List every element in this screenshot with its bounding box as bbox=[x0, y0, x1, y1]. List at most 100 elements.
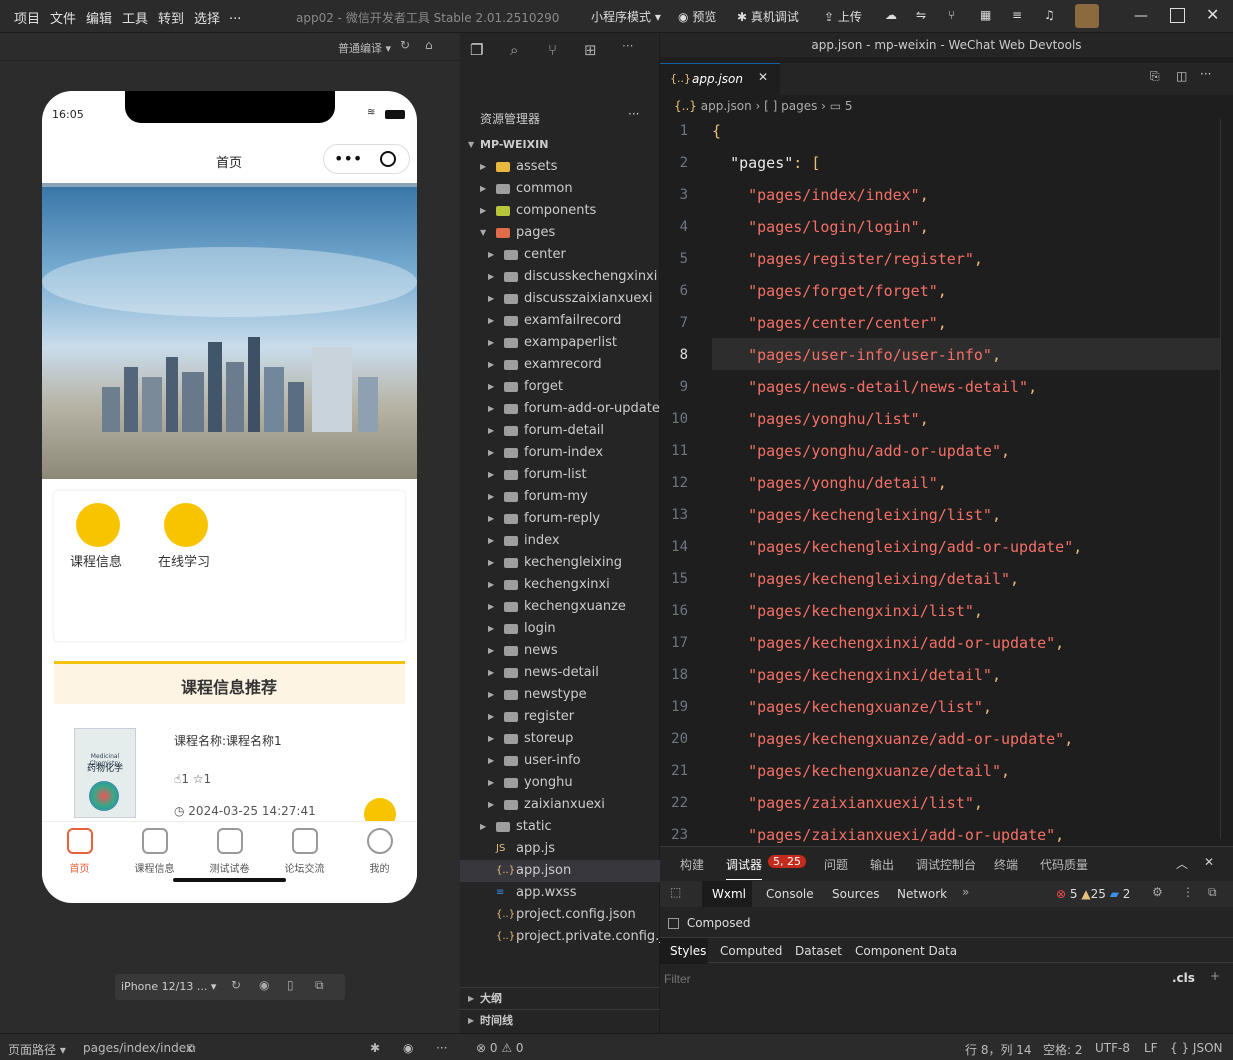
chevron-right-icon[interactable]: ▶ bbox=[488, 420, 494, 442]
chevron-right-icon[interactable]: ▶ bbox=[488, 618, 494, 640]
tree-item[interactable]: ▶ forum-index bbox=[460, 442, 660, 464]
tree-item[interactable]: ▶ forget bbox=[460, 376, 660, 398]
chevron-right-icon[interactable]: ▶ bbox=[488, 574, 494, 596]
chevron-right-icon[interactable]: ▶ bbox=[488, 706, 494, 728]
cls-button[interactable]: .cls bbox=[1172, 971, 1195, 985]
extensions-icon[interactable]: ⊞ bbox=[584, 41, 597, 59]
settings-gear-icon[interactable]: ⚙ bbox=[1152, 885, 1163, 899]
subtab-wxml[interactable]: Wxml bbox=[712, 887, 746, 901]
list-menu-icon[interactable]: ≡ bbox=[1012, 8, 1022, 22]
timeline-section[interactable]: ▶ 时间线 bbox=[460, 1009, 660, 1031]
preview-button[interactable]: ◉ 预览 bbox=[678, 8, 716, 25]
tree-item[interactable]: ▶ forum-add-or-update bbox=[460, 398, 660, 420]
compile-mode-dropdown[interactable]: 普通编译 ▾ bbox=[338, 40, 391, 56]
minimize-icon[interactable]: — bbox=[1134, 8, 1148, 24]
tab-home[interactable]: 首页 bbox=[42, 828, 117, 875]
devtools-tab[interactable]: 问题 bbox=[824, 856, 848, 873]
swap-icon[interactable]: ⇋ bbox=[916, 8, 926, 22]
composed-row[interactable]: Composed bbox=[668, 915, 750, 931]
tree-item[interactable]: {..} project.config.json bbox=[460, 904, 660, 926]
files-icon[interactable]: ❐ bbox=[470, 41, 483, 59]
tree-item[interactable]: ▶ static bbox=[460, 816, 660, 838]
chevron-right-icon[interactable]: ▶ bbox=[488, 288, 494, 310]
chevron-right-icon[interactable]: ▶ bbox=[488, 728, 494, 750]
chevron-right-icon[interactable]: ▶ bbox=[488, 332, 494, 354]
encoding[interactable]: UTF-8 bbox=[1095, 1041, 1130, 1055]
tree-item[interactable]: ▶ newstype bbox=[460, 684, 660, 706]
branch-icon[interactable]: ⑂ bbox=[948, 8, 955, 22]
devtools-tab[interactable]: 调试器 bbox=[726, 856, 763, 880]
tree-item[interactable]: ▶ exampaperlist bbox=[460, 332, 660, 354]
subtab-sources[interactable]: Sources bbox=[832, 887, 879, 901]
tree-item[interactable]: ▶ news bbox=[460, 640, 660, 662]
chevron-right-icon[interactable]: ▶ bbox=[488, 310, 494, 332]
menu-more[interactable]: ... bbox=[229, 8, 241, 23]
tab-test-paper[interactable]: 测试试卷 bbox=[192, 828, 267, 875]
phone-icon[interactable]: ▯ bbox=[287, 978, 294, 992]
tree-item[interactable]: ▶ kechengxinxi bbox=[460, 574, 660, 596]
avatar[interactable] bbox=[1075, 4, 1099, 28]
device-select[interactable]: iPhone 12/13 ... ▾ bbox=[121, 980, 216, 993]
cursor-position[interactable]: 行 8，列 14 bbox=[965, 1041, 1032, 1058]
dock-icon[interactable]: ⧉ bbox=[1208, 885, 1217, 900]
editor-more-icon[interactable]: ··· bbox=[1200, 67, 1211, 81]
tree-item[interactable]: ≡ app.wxss bbox=[460, 882, 660, 904]
tree-item[interactable]: ▶ assets bbox=[460, 156, 660, 178]
chevron-right-icon[interactable]: ▶ bbox=[488, 398, 494, 420]
chevron-right-icon[interactable]: ▶ bbox=[488, 684, 494, 706]
mode-dropdown[interactable]: 小程序模式 ▾ bbox=[591, 8, 661, 25]
tree-item[interactable]: ▶ discusskechengxinxi bbox=[460, 266, 660, 288]
tree-item[interactable]: ▶ storeup bbox=[460, 728, 660, 750]
tree-root[interactable]: ▼ MP-WEIXIN bbox=[460, 134, 660, 156]
tree-item[interactable]: ▼ pages bbox=[460, 222, 660, 244]
tree-item[interactable]: ▶ forum-my bbox=[460, 486, 660, 508]
bell-icon[interactable]: ♫ bbox=[1044, 8, 1055, 22]
tree-item[interactable]: ▶ discusszaixianxuexi bbox=[460, 288, 660, 310]
breadcrumb-file[interactable]: app.json bbox=[701, 99, 752, 113]
explorer-more-icon[interactable]: ··· bbox=[628, 107, 639, 121]
category-course-info[interactable]: 课程信息 bbox=[70, 551, 122, 570]
devtools-tab[interactable]: 代码质量 bbox=[1040, 856, 1088, 873]
more-icon[interactable]: ··· bbox=[622, 39, 633, 53]
styles-filter-input[interactable] bbox=[664, 969, 1154, 989]
search-icon[interactable]: ⌕ bbox=[510, 41, 518, 59]
chevron-right-icon[interactable]: ▶ bbox=[488, 376, 494, 398]
close-icon[interactable]: ✕ bbox=[1206, 5, 1219, 24]
course-cover-image[interactable]: Medicinal Chemistry 药物化学 bbox=[74, 728, 136, 818]
debug-icon[interactable]: ✱ bbox=[370, 1041, 380, 1055]
chevron-right-icon[interactable]: ▶ bbox=[488, 552, 494, 574]
chevron-right-icon[interactable]: ▶ bbox=[488, 244, 494, 266]
chevron-right-icon[interactable]: ▶ bbox=[488, 486, 494, 508]
remote-debug-button[interactable]: ✱ 真机调试 bbox=[737, 8, 799, 25]
chevron-right-icon[interactable]: ▶ bbox=[488, 464, 494, 486]
component-data-tab[interactable]: Component Data bbox=[855, 944, 957, 958]
add-style-icon[interactable]: + bbox=[1210, 969, 1220, 983]
tree-item[interactable]: {..} project.private.config.js... bbox=[460, 926, 682, 948]
popout-icon[interactable]: ⧉ bbox=[315, 978, 324, 993]
menu-project[interactable]: 项目 bbox=[14, 8, 40, 27]
devtools-tab[interactable]: 输出 bbox=[870, 856, 894, 873]
eye-icon[interactable]: ◉ bbox=[403, 1041, 413, 1055]
tree-item[interactable]: ▶ kechengxuanze bbox=[460, 596, 660, 618]
chevron-right-icon[interactable]: ▶ bbox=[488, 530, 494, 552]
error-count[interactable]: ⊗ 5 ▲25 ▰ 2 bbox=[1056, 887, 1130, 901]
tab-course-info[interactable]: 课程信息 bbox=[117, 828, 192, 875]
outline-section[interactable]: ▶ 大纲 bbox=[460, 987, 660, 1009]
rotate-icon[interactable]: ↻ bbox=[231, 978, 241, 992]
close-miniprogram-icon[interactable] bbox=[380, 151, 396, 167]
tree-item[interactable]: ▶ examfailrecord bbox=[460, 310, 660, 332]
record-icon[interactable]: ◉ bbox=[259, 978, 269, 992]
copy-icon[interactable]: ⧉ bbox=[187, 1041, 196, 1056]
computed-tab[interactable]: Computed bbox=[720, 944, 782, 958]
chevron-right-icon[interactable]: ▶ bbox=[488, 794, 494, 816]
chevron-right-icon[interactable]: ▶ bbox=[480, 178, 486, 200]
tree-item[interactable]: ▶ news-detail bbox=[460, 662, 660, 684]
tab-forum[interactable]: 论坛交流 bbox=[267, 828, 342, 875]
tree-item[interactable]: ▶ examrecord bbox=[460, 354, 660, 376]
menu-edit[interactable]: 编辑 bbox=[86, 8, 112, 27]
chevron-down-icon[interactable]: ▼ bbox=[480, 222, 486, 244]
styles-tab[interactable]: Styles bbox=[670, 944, 706, 958]
chevron-right-icon[interactable]: ▶ bbox=[480, 156, 486, 178]
more-tabs-icon[interactable]: » bbox=[962, 885, 969, 899]
menu-select[interactable]: 选择 bbox=[194, 8, 220, 27]
